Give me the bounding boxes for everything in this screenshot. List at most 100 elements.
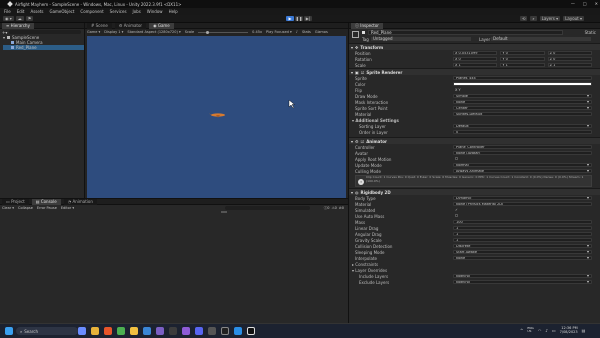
order-in-layer-field[interactable]: 0: [453, 130, 592, 134]
rigidbody2d-header[interactable]: ▾ ◍ Rigidbody 2D: [349, 188, 600, 195]
mask-interaction-dropdown[interactable]: None: [453, 100, 592, 104]
collapse-button[interactable]: Collapse: [18, 206, 33, 210]
position-x[interactable]: X 0.0531099: [453, 51, 498, 55]
collision-detection-dropdown[interactable]: Discrete: [453, 244, 592, 248]
collab-button[interactable]: ⚑: [25, 16, 34, 21]
tag-dropdown[interactable]: Untagged: [371, 37, 471, 41]
photos-icon[interactable]: [156, 327, 164, 335]
foldout-arrow-icon[interactable]: ▾: [351, 45, 353, 50]
layers-dropdown[interactable]: Layers ▾: [539, 16, 561, 21]
maximize-button[interactable]: □: [583, 1, 587, 6]
culling-mode-dropdown[interactable]: Always Animate: [453, 169, 592, 173]
active-checkbox[interactable]: [362, 31, 365, 34]
windows-start-icon[interactable]: [5, 327, 13, 335]
foldout-arrow-icon[interactable]: ▾: [351, 190, 353, 195]
console-search-input[interactable]: [225, 206, 310, 210]
enabled-checkbox[interactable]: ☑: [361, 139, 365, 144]
position-z[interactable]: Z 0: [547, 51, 592, 55]
simulated-checkbox[interactable]: ✓: [455, 208, 458, 212]
expand-arrow-icon[interactable]: ▾: [3, 35, 5, 40]
game-mode-dropdown[interactable]: Game ▾: [87, 30, 100, 34]
menu-edit[interactable]: Edit: [17, 9, 25, 14]
menu-help[interactable]: Help: [169, 9, 178, 14]
angular-drag-field[interactable]: 1: [453, 232, 592, 236]
rotation-y[interactable]: Y 0: [500, 57, 545, 61]
step-button[interactable]: ▶|: [304, 16, 312, 21]
use-auto-mass-checkbox[interactable]: [455, 214, 458, 217]
notification-icon[interactable]: ▤: [582, 328, 586, 333]
cloud-button[interactable]: ☁: [15, 16, 24, 21]
display-dropdown[interactable]: Display 1 ▾: [104, 30, 123, 34]
controller-field[interactable]: Plane_Controller: [453, 145, 592, 149]
position-y[interactable]: Y 0: [500, 51, 545, 55]
mass-field[interactable]: 100: [453, 220, 592, 224]
body-type-dropdown[interactable]: Dynamic: [453, 196, 592, 200]
tab-game[interactable]: ◉ Game: [149, 22, 174, 29]
clock[interactable]: 12:36 PM 7/08/2023: [560, 326, 578, 334]
hierarchy-search-input[interactable]: [9, 30, 81, 34]
animator-header[interactable]: ▾ ⚙ ☑ Animator: [349, 137, 600, 144]
tab-animator[interactable]: ⚙ Animator: [114, 22, 147, 29]
scale-y[interactable]: Y 1: [500, 63, 545, 67]
avatar-field[interactable]: None (Avatar): [453, 151, 592, 155]
splitter-handle[interactable]: [221, 211, 227, 213]
gizmos-button[interactable]: Gizmos: [315, 30, 328, 34]
info-count[interactable]: ⓘ0: [324, 206, 330, 211]
menu-window[interactable]: Window: [147, 9, 163, 14]
unity-editor-icon[interactable]: [247, 327, 255, 335]
battery-icon[interactable]: ▭: [552, 328, 556, 333]
error-count[interactable]: ⊘0: [339, 206, 344, 210]
error-pause-button[interactable]: Error Pause: [37, 206, 57, 210]
terminal-icon[interactable]: [208, 327, 216, 335]
enabled-checkbox[interactable]: ☑: [361, 70, 365, 75]
sorting-layer-dropdown[interactable]: Default: [453, 124, 592, 128]
scale-z[interactable]: Z 1: [547, 63, 592, 67]
vscode-icon[interactable]: [234, 327, 242, 335]
account-button[interactable]: ◉ ▾: [3, 16, 14, 21]
add-icon[interactable]: +▾: [2, 30, 7, 35]
menu-jobs[interactable]: Jobs: [133, 9, 141, 14]
app-icon[interactable]: [169, 327, 177, 335]
slider-thumb[interactable]: [206, 30, 210, 34]
menu-component[interactable]: Component: [80, 9, 103, 14]
game-viewport[interactable]: [87, 36, 346, 198]
tab-scene[interactable]: # Scene: [87, 22, 112, 29]
tab-console[interactable]: ▤ Console: [31, 198, 61, 205]
taskbar-search-box[interactable]: ⌕ Search: [16, 327, 78, 335]
tray-chevron-icon[interactable]: ^: [520, 328, 523, 333]
clear-button[interactable]: Clear ▾: [2, 206, 14, 210]
rotation-z[interactable]: Z 0: [547, 57, 592, 61]
tab-inspector[interactable]: ⓘ Inspector: [351, 23, 383, 29]
menu-file[interactable]: File: [4, 9, 11, 14]
material-field[interactable]: Sprites-Default: [453, 112, 592, 116]
flip-toggles[interactable]: X Y: [455, 88, 461, 92]
language-indicator[interactable]: ENG US: [527, 326, 533, 334]
physics-material-field[interactable]: None (Physics Material 2D): [453, 202, 592, 206]
mail-icon[interactable]: [143, 327, 151, 335]
warning-count[interactable]: ⚠0: [331, 206, 336, 210]
exclude-layers-dropdown[interactable]: Nothing: [453, 280, 592, 284]
aspect-dropdown[interactable]: Standard Aspect (1280x720) ▾: [127, 30, 180, 34]
red-plane-sprite[interactable]: [209, 113, 225, 118]
undo-history-button[interactable]: ⟲: [520, 16, 528, 21]
hierarchy-item-red-plane[interactable]: Red_Plane: [3, 45, 84, 50]
search-button[interactable]: ⌕: [530, 16, 537, 21]
close-button[interactable]: ✕: [595, 1, 598, 6]
menu-assets[interactable]: Assets: [30, 9, 43, 14]
sprite-renderer-header[interactable]: ▾ ▣ ☑ Sprite Renderer: [349, 68, 600, 75]
apply-root-motion-checkbox[interactable]: [455, 157, 458, 160]
mute-audio-icon[interactable]: ♪: [296, 30, 298, 34]
sleeping-mode-dropdown[interactable]: Start Awake: [453, 250, 592, 254]
pause-button[interactable]: ❚❚: [295, 16, 303, 21]
color-field[interactable]: [453, 82, 592, 86]
sort-point-dropdown[interactable]: Center: [453, 106, 592, 110]
play-button[interactable]: ▶: [286, 16, 294, 21]
menu-gameobject[interactable]: GameObject: [49, 9, 74, 14]
scale-x[interactable]: X 1: [453, 63, 498, 67]
chrome-icon[interactable]: [117, 327, 125, 335]
tab-project[interactable]: ▭ Project: [2, 198, 29, 205]
play-focused-dropdown[interactable]: Play Focused ▾: [266, 30, 292, 34]
transform-header[interactable]: ▾ ✥ Transform: [349, 43, 600, 50]
menu-services[interactable]: Services: [110, 9, 127, 14]
wifi-icon[interactable]: ◠: [538, 328, 542, 333]
